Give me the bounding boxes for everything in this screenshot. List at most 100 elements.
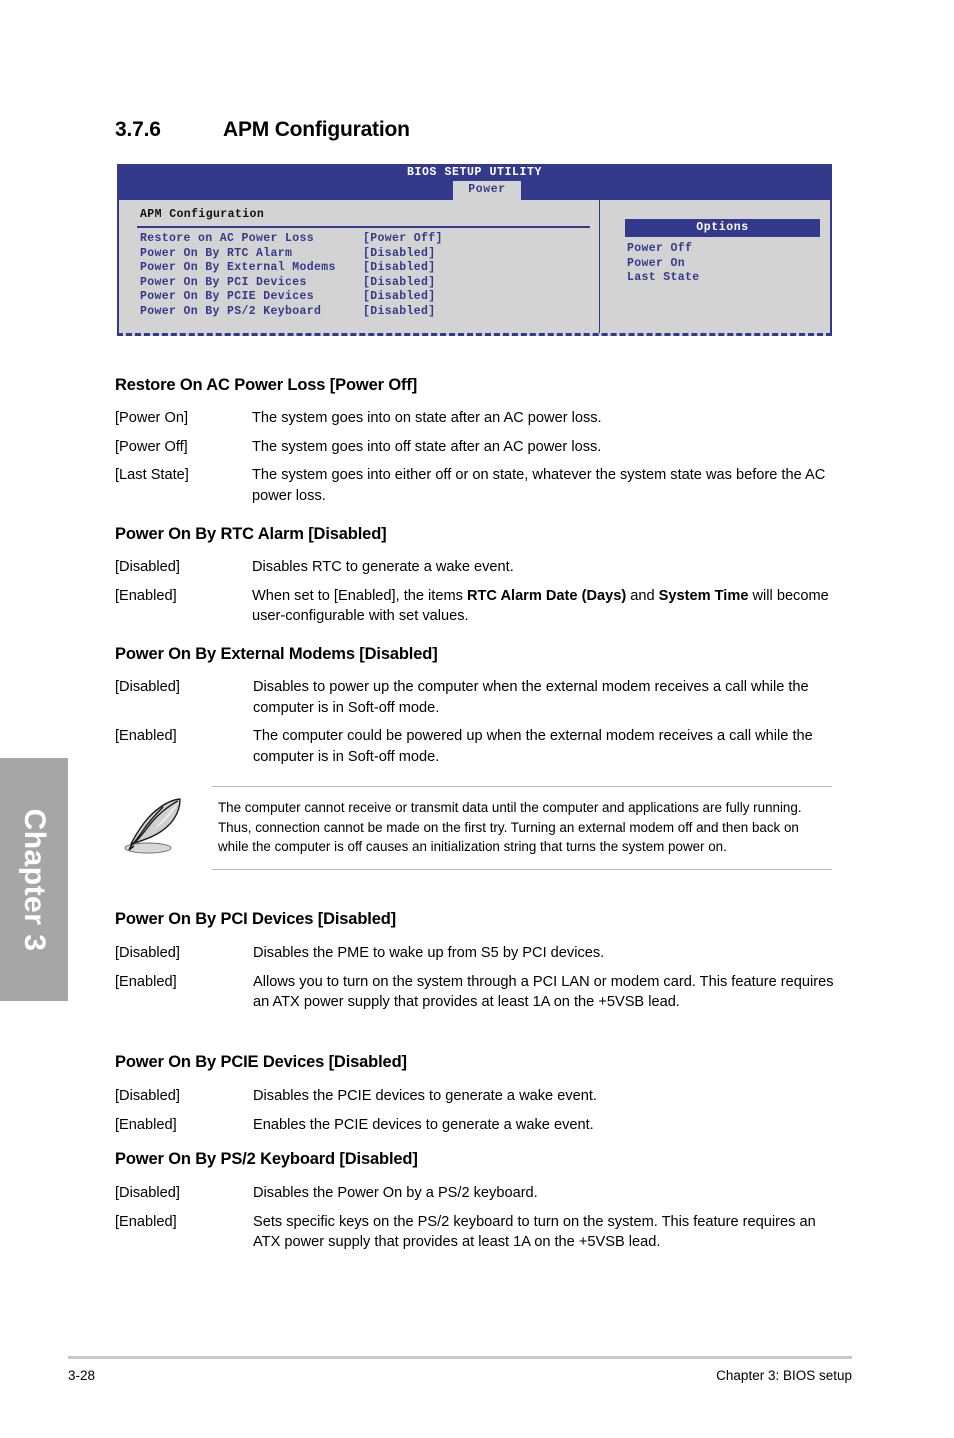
def-desc-bold: System Time [658, 587, 749, 604]
def-row: [Enabled] When set to [Enabled], the ite… [115, 586, 835, 627]
def-term: [Disabled] [115, 559, 180, 575]
def-desc: The system goes into on state after an A… [252, 410, 602, 426]
bios-settings-list: Restore on AC Power Loss [Power Off] Powe… [140, 232, 443, 320]
bios-setting-row[interactable]: Power On By PS/2 Keyboard [Disabled] [140, 305, 443, 320]
defs-power-on-external-modems: [Disabled] Disables to power up the comp… [115, 677, 835, 775]
def-row: [Enabled] The computer could be powered … [115, 726, 835, 767]
def-desc-rich: When set to [Enabled], the items RTC Ala… [252, 586, 835, 627]
bios-setting-value: [Disabled] [363, 275, 436, 289]
bios-setup-screenshot: BIOS SETUP UTILITY Power APM Configurati… [117, 164, 832, 336]
bios-header-bar: BIOS SETUP UTILITY Power [117, 164, 832, 200]
bios-setting-label: Power On By PS/2 Keyboard [140, 304, 322, 318]
def-desc: The computer could be powered up when th… [253, 728, 813, 765]
def-term: [Disabled] [115, 945, 180, 961]
bios-setting-label: Power On By RTC Alarm [140, 246, 293, 260]
def-desc-part: and [626, 587, 659, 604]
bios-setting-row[interactable]: Power On By PCIE Devices [Disabled] [140, 290, 443, 305]
def-term: [Enabled] [115, 1116, 177, 1133]
page-title: 3.7.6 APM Configuration [115, 118, 410, 142]
bios-setting-row[interactable]: Power On By PCI Devices [Disabled] [140, 276, 443, 291]
chapter-side-tab: Chapter 3 [0, 758, 68, 1001]
bios-setting-value: [Disabled] [363, 290, 436, 304]
def-desc: Disables the PCIE devices to generate a … [253, 1088, 597, 1104]
bios-options-header: Options [625, 219, 820, 237]
bios-options-pane: Options Power Off Power On Last State [601, 200, 830, 333]
heading-power-on-pci-devices: Power On By PCI Devices [Disabled] [115, 910, 396, 928]
def-desc: Allows you to turn on the system through… [253, 973, 834, 1011]
footer-chapter-title: Chapter 3: BIOS setup [716, 1368, 852, 1383]
def-row: [Disabled] Disables the PCIE devices to … [115, 1086, 835, 1107]
note-text: The computer cannot receive or transmit … [218, 800, 802, 854]
def-term: [Last State] [115, 467, 189, 483]
bios-setting-label: Power On By External Modems [140, 261, 336, 275]
section-title: APM Configuration [223, 118, 410, 141]
bios-setting-row[interactable]: Restore on AC Power Loss [Power Off] [140, 232, 443, 247]
def-row: [Disabled] Disables to power up the comp… [115, 677, 835, 718]
def-row: [Disabled] Disables the Power On by a PS… [115, 1183, 835, 1204]
def-row: [Power Off] The system goes into off sta… [115, 437, 835, 458]
defs-power-on-pci-devices: [Disabled] Disables the PME to wake up f… [115, 943, 835, 1021]
footer-page-number: 3-28 [68, 1368, 96, 1383]
def-term: [Enabled] [115, 728, 177, 744]
bios-setting-label: Power On By PCIE Devices [140, 290, 315, 304]
def-term: [Disabled] [115, 1088, 180, 1104]
section-number: 3.7.6 [115, 118, 161, 141]
def-desc: Sets specific keys on the PS/2 keyboard … [253, 1213, 816, 1251]
def-row: [Enabled] Enables the PCIE devices to ge… [115, 1115, 835, 1136]
def-row: [Last State] The system goes into either… [115, 465, 835, 506]
def-row: [Disabled] Disables RTC to generate a wa… [115, 557, 835, 578]
bios-option-item[interactable]: Last State [627, 271, 700, 286]
footer-divider [68, 1356, 852, 1359]
defs-power-on-ps2-keyboard: [Disabled] Disables the Power On by a PS… [115, 1183, 835, 1261]
def-term: [Power On] [115, 410, 188, 426]
def-row: [Enabled] Allows you to turn on the syst… [115, 972, 835, 1013]
heading-power-on-pcie-devices: Power On By PCIE Devices [Disabled] [115, 1053, 407, 1071]
heading-power-on-rtc-alarm: Power On By RTC Alarm [Disabled] [115, 525, 387, 543]
bios-setting-value: [Disabled] [363, 304, 436, 318]
def-term: [Power Off] [115, 438, 188, 455]
bios-setting-value: [Disabled] [363, 261, 436, 275]
bios-title-divider [137, 226, 590, 228]
def-term: [Disabled] [115, 679, 180, 695]
quill-pen-icon [118, 790, 194, 866]
def-desc: Disables the PME to wake up from S5 by P… [253, 945, 605, 961]
bios-option-item[interactable]: Power Off [627, 242, 700, 257]
heading-restore-ac-power-loss: Restore On AC Power Loss [Power Off] [115, 376, 418, 394]
def-row: [Enabled] Sets specific keys on the PS/2… [115, 1212, 835, 1253]
manual-page: Chapter 3 3.7.6 APM Configuration BIOS SE… [0, 0, 954, 1438]
bios-setting-value: [Disabled] [363, 246, 436, 260]
bios-settings-pane: APM Configuration Restore on AC Power Lo… [119, 200, 600, 333]
def-desc-bold: RTC Alarm Date (Days) [466, 587, 627, 604]
heading-power-on-ps2-keyboard: Power On By PS/2 Keyboard [Disabled] [115, 1150, 418, 1168]
bios-options-list: Power Off Power On Last State [627, 242, 700, 286]
def-desc: Disables RTC to generate a wake event. [252, 559, 514, 575]
def-term: [Disabled] [115, 1185, 180, 1201]
def-desc: Disables the Power On by a PS/2 keyboard… [253, 1185, 538, 1201]
bios-setting-value: [Power Off] [363, 232, 443, 245]
def-term: [Enabled] [115, 973, 177, 990]
defs-power-on-pcie-devices: [Disabled] Disables the PCIE devices to … [115, 1086, 835, 1143]
defs-restore-ac-power-loss: [Power On] The system goes into on state… [115, 408, 835, 514]
bios-setting-row[interactable]: Power On By External Modems [Disabled] [140, 261, 443, 276]
bios-setting-row[interactable]: Power On By RTC Alarm [Disabled] [140, 247, 443, 262]
defs-power-on-rtc-alarm: [Disabled] Disables RTC to generate a wa… [115, 557, 835, 635]
bios-utility-title: BIOS SETUP UTILITY [406, 166, 543, 179]
bios-body: APM Configuration Restore on AC Power Lo… [117, 200, 832, 336]
def-term: [Enabled] [115, 587, 177, 604]
def-desc-part: When set to [Enabled], the items [252, 587, 467, 604]
def-desc: Enables the PCIE devices to generate a w… [253, 1116, 594, 1133]
bios-tab-power[interactable]: Power [453, 181, 521, 200]
bios-setting-label: Power On By PCI Devices [140, 275, 307, 289]
def-row: [Power On] The system goes into on state… [115, 408, 835, 429]
note-box: The computer cannot receive or transmit … [212, 786, 832, 870]
def-desc: The system goes into either off or on st… [252, 467, 826, 504]
bios-option-item[interactable]: Power On [627, 257, 700, 272]
def-row: [Disabled] Disables the PME to wake up f… [115, 943, 835, 964]
bios-setting-label: Restore on AC Power Loss [140, 232, 315, 245]
def-desc: The system goes into off state after an … [252, 438, 602, 455]
bios-panel-title: APM Configuration [140, 208, 265, 221]
def-desc: Disables to power up the computer when t… [253, 679, 809, 716]
heading-power-on-external-modems: Power On By External Modems [Disabled] [115, 645, 438, 663]
chapter-side-tab-label: Chapter 3 [18, 808, 51, 951]
def-term: [Enabled] [115, 1213, 177, 1230]
